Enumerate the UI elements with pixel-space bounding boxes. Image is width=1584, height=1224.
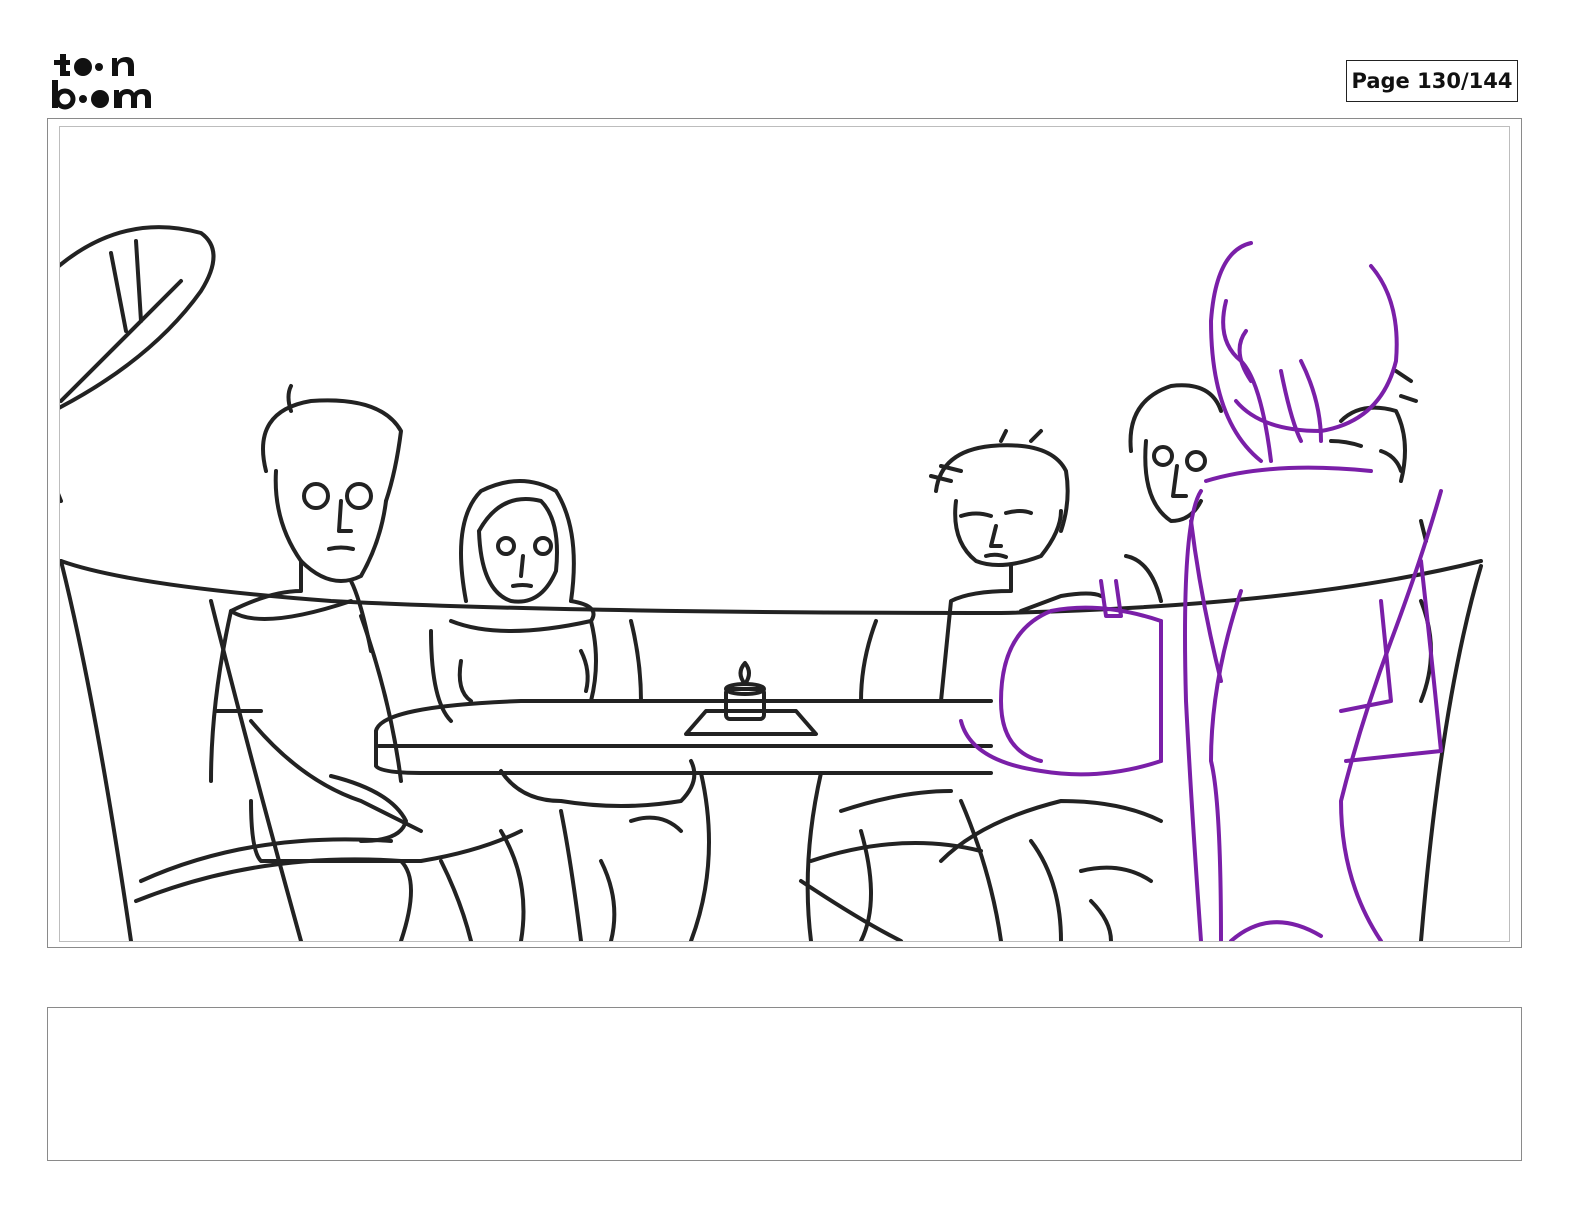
toon-boom-logo xyxy=(52,54,151,110)
panel-sketch xyxy=(60,225,1483,941)
pencil-layer xyxy=(60,225,1483,941)
rough-layer xyxy=(959,241,1443,941)
storyboard-panel-drawing xyxy=(59,126,1510,942)
panel-notes-box xyxy=(47,1007,1522,1161)
page-number-label: Page 130/144 xyxy=(1346,60,1518,102)
